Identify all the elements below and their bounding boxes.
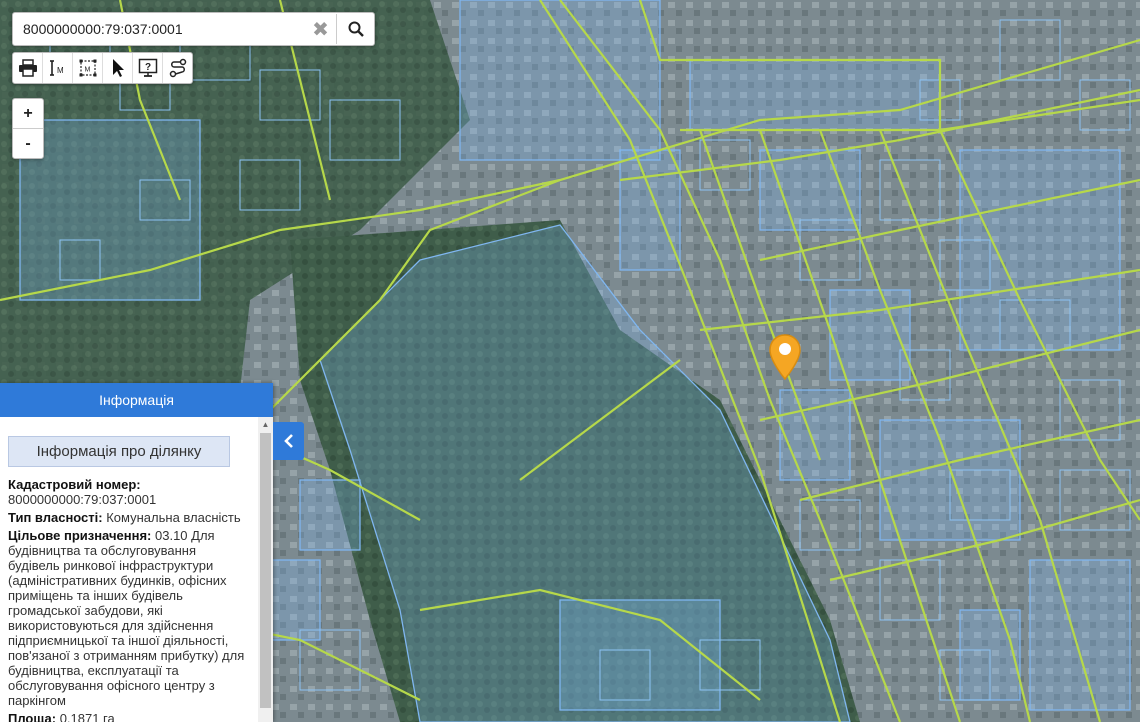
collapse-panel-button[interactable]: [273, 422, 304, 460]
info-help-icon: ?: [138, 58, 157, 77]
search-input[interactable]: [13, 15, 305, 43]
purpose-label: Цільове призначення:: [8, 528, 152, 543]
location-marker-icon[interactable]: [768, 333, 802, 381]
measure-distance-icon: M: [49, 60, 64, 76]
chevron-left-icon: [283, 434, 293, 448]
svg-text:?: ?: [145, 62, 151, 73]
cadastral-label: Кадастровий номер:: [8, 477, 141, 492]
zoom-in-button[interactable]: +: [13, 99, 43, 129]
svg-text:M: M: [84, 67, 90, 74]
cadastral-row: Кадастровий номер: 8000000000:79:037:000…: [8, 477, 250, 507]
print-icon: [18, 59, 37, 77]
info-panel: Інформація Інформація про ділянку Кадаст…: [0, 383, 273, 722]
measure-distance-button[interactable]: M: [43, 53, 73, 83]
select-pointer-button[interactable]: [103, 53, 133, 83]
measure-area-button[interactable]: M: [73, 53, 103, 83]
print-button[interactable]: [13, 53, 43, 83]
svg-text:M: M: [57, 66, 64, 75]
info-help-button[interactable]: ?: [133, 53, 163, 83]
area-row: Площа: 0.1871 га: [8, 711, 250, 722]
purpose-row: Цільове призначення: 03.10 Для будівницт…: [8, 528, 250, 708]
scroll-up-icon[interactable]: ▲: [258, 417, 273, 431]
zoom-control: + -: [12, 98, 44, 159]
cadastral-value: 8000000000:79:037:0001: [8, 492, 157, 507]
ownership-row: Тип власності: Комунальна власність: [8, 510, 250, 525]
ownership-label: Тип власності:: [8, 510, 103, 525]
panel-header: Інформація: [0, 383, 273, 417]
ownership-value: Комунальна власність: [106, 510, 241, 525]
area-label: Площа:: [8, 711, 57, 722]
search-bar: ✖: [12, 12, 375, 46]
scrollbar-thumb[interactable]: [260, 433, 271, 708]
close-icon[interactable]: ✖: [305, 14, 336, 44]
search-icon: [348, 21, 364, 37]
panel-scrollbar[interactable]: ▲: [258, 417, 273, 722]
parcel-info: Кадастровий номер: 8000000000:79:037:000…: [0, 467, 258, 722]
section-title: Інформація про ділянку: [8, 436, 230, 467]
route-icon: [169, 58, 186, 78]
area-value: 0.1871 га: [59, 711, 115, 722]
search-button[interactable]: [336, 14, 374, 44]
select-pointer-icon: [112, 59, 124, 77]
measure-area-icon: M: [79, 59, 96, 77]
zoom-out-button[interactable]: -: [13, 129, 43, 158]
map-toolbar: M M ?: [12, 52, 193, 84]
purpose-value: 03.10 Для будівництва та обслуговування …: [8, 528, 245, 708]
route-button[interactable]: [163, 53, 192, 83]
panel-body: Інформація про ділянку Кадастровий номер…: [0, 417, 258, 722]
